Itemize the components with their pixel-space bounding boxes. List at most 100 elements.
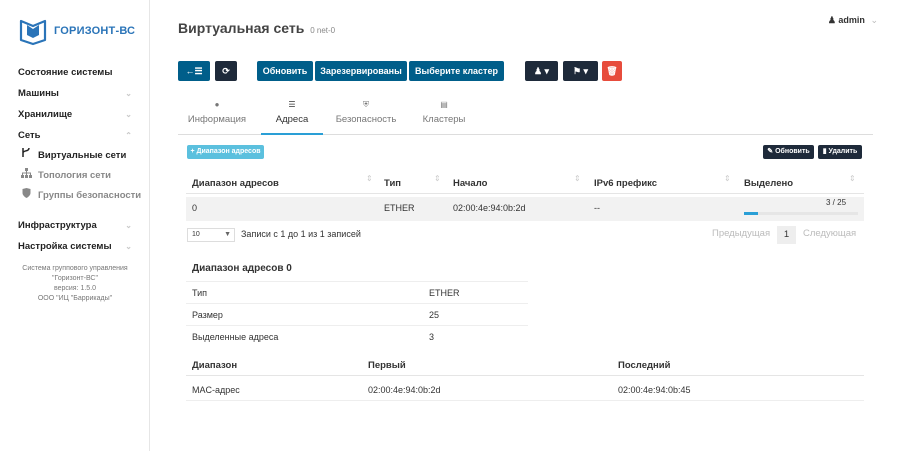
- sidebar-item-security-groups[interactable]: Группы безопасности: [0, 186, 150, 206]
- column-header-range[interactable]: Диапазон адресов: [192, 174, 279, 194]
- chevron-down-icon: ⌄: [125, 221, 132, 230]
- list-icon: ☰: [288, 100, 296, 109]
- range-details-title: Диапазон адресов 0: [192, 263, 292, 274]
- shield-icon: ⛨: [363, 100, 369, 109]
- reserved-button[interactable]: Зарезервированы: [315, 61, 407, 81]
- delete-button[interactable]: 🗑: [602, 61, 622, 81]
- chevron-down-icon: ⌄: [125, 89, 132, 98]
- sidebar-item-label: Топология сети: [38, 170, 111, 181]
- page-subtitle: 0 net-0: [310, 26, 336, 35]
- caret-down-icon: ▼: [224, 231, 231, 238]
- refresh-range-button[interactable]: ✎ Обновить: [763, 145, 814, 159]
- address-table-header: Диапазон адресов ⇕ Тип ⇕ Начало ⇕ IPv6 п…: [186, 174, 864, 194]
- system-info-line: ООО "ИЦ "Баррикады": [37, 295, 113, 302]
- column-header-start[interactable]: Начало: [453, 174, 487, 194]
- sort-icon: ⇕: [574, 174, 581, 183]
- detail-value: 3: [429, 332, 435, 342]
- tab-label: Адреса: [275, 114, 309, 125]
- cell-ipv6: --: [594, 203, 600, 213]
- system-info: Система группового управления "Горизонт-…: [0, 264, 150, 304]
- page-title-text: Виртуальная сеть: [178, 20, 305, 36]
- trash-icon: ▮: [822, 148, 827, 155]
- tab-label: Кластеры: [422, 114, 466, 125]
- column-header-range-name: Диапазон: [192, 360, 238, 371]
- column-header-ipv6[interactable]: IPv6 префикс: [594, 174, 657, 194]
- cell-first: 02:00:4e:94:0b:2d: [368, 385, 441, 395]
- pagination-current[interactable]: 1: [777, 226, 796, 244]
- sidebar-item-label: Инфраструктура: [18, 220, 97, 231]
- column-header-allocated[interactable]: Выделено: [744, 174, 793, 194]
- user-name: admin: [838, 15, 865, 25]
- system-info-line: Система группового управления: [22, 265, 128, 272]
- detail-value: ETHER: [429, 288, 460, 298]
- add-address-range-button[interactable]: + Диапазон адресов: [187, 145, 264, 159]
- sort-icon: ⇕: [724, 174, 731, 183]
- owner-dropdown-button[interactable]: ♟ ▾: [525, 61, 558, 81]
- sort-icon: ⇕: [434, 174, 441, 183]
- sidebar-item-machines[interactable]: Машины ⌄: [0, 83, 150, 104]
- system-info-line: "Горизонт-ВС": [52, 275, 98, 282]
- sidebar-item-system-status[interactable]: Состояние системы: [0, 62, 150, 83]
- column-header-first: Первый: [368, 360, 406, 371]
- sidebar-item-label: Хранилище: [18, 109, 73, 120]
- edit-icon: ✎: [767, 148, 774, 155]
- table-row: MAC-адрес 02:00:4e:94:0b:2d 02:00:4e:94:…: [186, 379, 864, 401]
- sidebar-item-virtual-networks[interactable]: Виртуальные сети: [0, 146, 150, 166]
- refresh-range-label: Обновить: [775, 148, 810, 155]
- info-icon: ●: [214, 100, 220, 109]
- allocation-progress-bar: [744, 212, 858, 215]
- sitemap-icon: [20, 166, 32, 186]
- tag-icon: ⚑ ▾: [572, 66, 589, 76]
- tab-label: Безопасность: [335, 114, 397, 125]
- pagination-next[interactable]: Следующая: [803, 228, 856, 239]
- refresh-icon-button[interactable]: ⟳: [215, 61, 237, 81]
- delete-range-label: Удалить: [828, 148, 858, 155]
- page-title: Виртуальная сеть 0 net-0: [178, 20, 335, 36]
- detail-label: Тип: [192, 288, 208, 298]
- tab-info[interactable]: ● Информация: [181, 98, 253, 135]
- sidebar-item-network-topology[interactable]: Топология сети: [0, 166, 150, 186]
- refresh-button[interactable]: Обновить: [257, 61, 313, 81]
- page-length-select[interactable]: 10 ▼: [187, 228, 235, 242]
- back-list-icon: ←☰: [185, 66, 203, 76]
- delete-range-button[interactable]: ▮ Удалить: [818, 145, 862, 159]
- chevron-down-icon: ⌄: [125, 242, 132, 251]
- server-icon: ▤: [440, 100, 448, 109]
- back-to-list-button[interactable]: ←☰: [178, 61, 210, 81]
- sidebar-item-system-settings[interactable]: Настройка системы ⌄: [0, 236, 150, 257]
- table-row[interactable]: 0 ETHER 02:00:4e:94:0b:2d -- 3 / 25: [186, 197, 864, 221]
- sidebar-item-storage[interactable]: Хранилище ⌄: [0, 104, 150, 125]
- allocation-progress-fill: [744, 212, 758, 215]
- system-info-line: версия: 1.5.0: [53, 285, 97, 292]
- sort-icon: ⇕: [366, 174, 373, 183]
- tab-addresses[interactable]: ☰ Адреса: [261, 98, 323, 135]
- user-icon: ♟: [827, 15, 836, 25]
- detail-row: Выделенные адреса 3: [186, 325, 528, 347]
- select-cluster-button[interactable]: Выберите кластер: [409, 61, 504, 81]
- page-length-value: 10: [192, 231, 200, 238]
- user-menu[interactable]: ♟ admin ⌄: [828, 15, 878, 26]
- sidebar-item-infrastructure[interactable]: Инфраструктура ⌄: [0, 215, 150, 236]
- detail-value: 25: [429, 310, 440, 320]
- tab-bar: ● Информация ☰ Адреса ⛨ Безопасность ▤ К…: [178, 98, 873, 135]
- tab-clusters[interactable]: ▤ Кластеры: [412, 98, 476, 135]
- sidebar-item-label: Сеть: [18, 130, 41, 141]
- table-info: Записи с 1 до 1 из 1 записей: [241, 229, 361, 239]
- tab-security[interactable]: ⛨ Безопасность: [330, 98, 402, 135]
- pagination-previous[interactable]: Предыдущая: [712, 228, 770, 239]
- brand-name: ГОРИЗОНТ-ВС: [54, 25, 136, 37]
- detail-label: Выделенные адреса: [192, 332, 279, 342]
- sidebar-item-network[interactable]: Сеть ⌃: [0, 125, 150, 146]
- cell-range-name: MAC-адрес: [192, 385, 240, 395]
- column-header-type[interactable]: Тип: [384, 174, 401, 194]
- brand-logo[interactable]: ГОРИЗОНТ-ВС: [18, 14, 135, 48]
- sidebar-item-label: Настройка системы: [18, 241, 112, 252]
- cell-type: ETHER: [384, 203, 415, 213]
- cell-range: 0: [192, 203, 198, 213]
- chevron-up-icon: ⌃: [125, 131, 132, 140]
- column-header-last: Последний: [618, 360, 671, 371]
- sidebar-nav: Состояние системы Машины ⌄ Хранилище ⌄ Сет…: [0, 62, 150, 257]
- sidebar: ГОРИЗОНТ-ВС Состояние системы Машины ⌄ Хр…: [0, 0, 150, 451]
- network-fork-icon: [20, 146, 32, 166]
- labels-dropdown-button[interactable]: ⚑ ▾: [563, 61, 598, 81]
